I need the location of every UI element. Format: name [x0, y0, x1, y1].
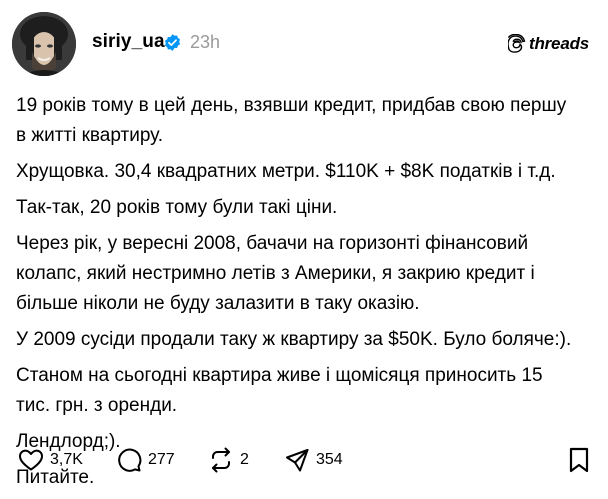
- repost-button[interactable]: 2: [208, 442, 249, 478]
- comment-button[interactable]: 277: [116, 442, 175, 478]
- post-actions: 3,7K 277 2 354: [18, 442, 598, 478]
- threads-brand-label: threads: [529, 34, 590, 53]
- like-count: 3,7K: [50, 451, 83, 468]
- post: siriy_ua 23h threads 19 років тому в цей…: [0, 0, 608, 494]
- share-button[interactable]: 354: [284, 442, 343, 478]
- post-time: 23h: [190, 32, 221, 52]
- post-paragraph: Станом на сьогодні квартира живе і щоміс…: [16, 361, 600, 421]
- post-paragraph: Хрущовка. 30,4 квадратних метри. $110K +…: [16, 157, 600, 187]
- post-text-line: колапс, який нестримно летів з Америки, …: [16, 263, 535, 284]
- post-text-line: Так-так, 20 років тому були такі ціни.: [16, 197, 338, 218]
- username[interactable]: siriy_ua: [92, 31, 165, 53]
- repost-count: 2: [240, 451, 249, 468]
- post-paragraph: У 2009 сусіди продали таку ж квартиру за…: [16, 325, 600, 355]
- comment-icon: [118, 448, 142, 472]
- threads-logo-icon: [508, 34, 526, 53]
- threads-brand[interactable]: threads: [508, 33, 589, 55]
- verified-badge-icon: [164, 34, 181, 51]
- avatar-image: [12, 12, 76, 76]
- share-count: 354: [316, 451, 343, 468]
- post-text-line: більше ніколи не буду залазити в таку ок…: [16, 293, 420, 314]
- post-text-line: У 2009 сусіди продали таку ж квартиру за…: [16, 329, 572, 350]
- heart-icon: [19, 449, 43, 471]
- post-text-line: Хрущовка. 30,4 квадратних метри. $110K +…: [16, 161, 556, 182]
- post-text-line: Через рік, у вересні 2008, бачачи на гор…: [16, 233, 529, 254]
- post-text-line: в житті квартиру.: [16, 125, 164, 146]
- post-body: 19 років тому в цей день, взявши кредит,…: [16, 91, 600, 499]
- post-paragraph: 19 років тому в цей день, взявши кредит,…: [16, 91, 600, 151]
- bookmark-icon[interactable]: [567, 446, 591, 474]
- post-paragraph: Так-так, 20 років тому були такі ціни.: [16, 193, 600, 223]
- post-paragraph: Через рік, у вересні 2008, бачачи на гор…: [16, 229, 600, 319]
- share-icon: [286, 449, 309, 472]
- comment-count: 277: [148, 451, 175, 468]
- post-text-line: Станом на сьогодні квартира живе і щоміс…: [16, 365, 543, 386]
- avatar[interactable]: [12, 12, 76, 76]
- post-text-line: тис. грн. з оренди.: [16, 395, 178, 416]
- post-text-line: 19 років тому в цей день, взявши кредит,…: [16, 95, 567, 116]
- repost-icon: [212, 447, 230, 473]
- like-button[interactable]: 3,7K: [18, 442, 83, 478]
